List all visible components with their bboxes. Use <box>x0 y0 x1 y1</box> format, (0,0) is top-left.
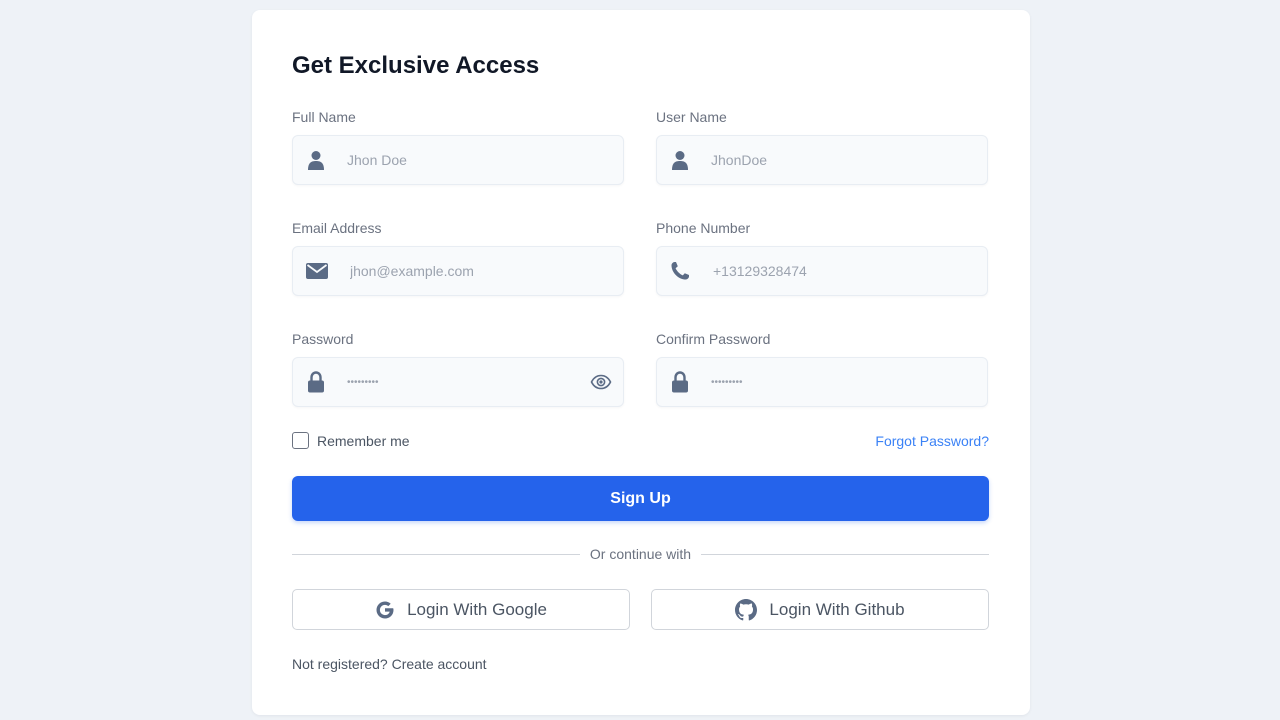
password-field: Password <box>292 330 624 407</box>
eye-icon[interactable] <box>589 371 613 393</box>
full-name-label: Full Name <box>292 109 356 125</box>
confirm-password-input[interactable] <box>711 358 941 406</box>
user-name-input[interactable] <box>711 136 941 184</box>
user-name-field: User Name <box>656 108 988 185</box>
phone-field: Phone Number <box>656 219 988 296</box>
google-login-label: Login With Google <box>407 599 547 619</box>
form-title: Get Exclusive Access <box>292 52 540 79</box>
signup-card: Get Exclusive Access Full Name User Name… <box>252 10 1030 715</box>
full-name-input[interactable] <box>347 136 577 184</box>
remember-checkbox[interactable] <box>292 432 309 449</box>
not-registered-text: Not registered? <box>292 656 388 672</box>
full-name-box[interactable] <box>292 135 624 185</box>
confirm-password-box[interactable] <box>656 357 988 407</box>
phone-input[interactable] <box>713 247 943 295</box>
lock-icon <box>305 371 327 393</box>
phone-label: Phone Number <box>656 220 751 236</box>
password-box[interactable] <box>292 357 624 407</box>
full-name-field: Full Name <box>292 108 624 185</box>
register-prompt: Not registered? Create account <box>292 656 487 672</box>
github-login-label: Login With Github <box>769 599 905 619</box>
divider-line-right <box>701 553 990 555</box>
envelope-icon <box>305 260 329 282</box>
divider: Or continue with <box>292 546 990 562</box>
phone-icon <box>669 260 691 282</box>
phone-box[interactable] <box>656 246 988 296</box>
github-icon <box>735 598 758 621</box>
forgot-password-link[interactable]: Forgot Password? <box>875 433 989 449</box>
google-login-button[interactable]: Login With Google <box>292 589 630 630</box>
user-name-box[interactable] <box>656 135 988 185</box>
confirm-password-field: Confirm Password <box>656 330 988 407</box>
divider-text: Or continue with <box>589 546 692 562</box>
confirm-password-label: Confirm Password <box>656 331 771 347</box>
google-icon <box>375 600 395 620</box>
user-icon <box>669 149 691 171</box>
remember-label: Remember me <box>317 432 410 449</box>
email-box[interactable] <box>292 246 624 296</box>
email-label: Email Address <box>292 220 382 236</box>
divider-line-left <box>292 553 580 555</box>
remember-me[interactable]: Remember me <box>292 432 410 449</box>
lock-icon <box>669 371 691 393</box>
password-input[interactable] <box>347 358 577 406</box>
email-input[interactable] <box>350 247 580 295</box>
user-name-label: User Name <box>656 109 727 125</box>
password-label: Password <box>292 331 354 347</box>
user-icon <box>305 149 327 171</box>
create-account-link[interactable]: Create account <box>392 656 487 672</box>
sign-up-button[interactable]: Sign Up <box>292 476 989 521</box>
github-login-button[interactable]: Login With Github <box>651 589 989 630</box>
email-field: Email Address <box>292 219 624 296</box>
